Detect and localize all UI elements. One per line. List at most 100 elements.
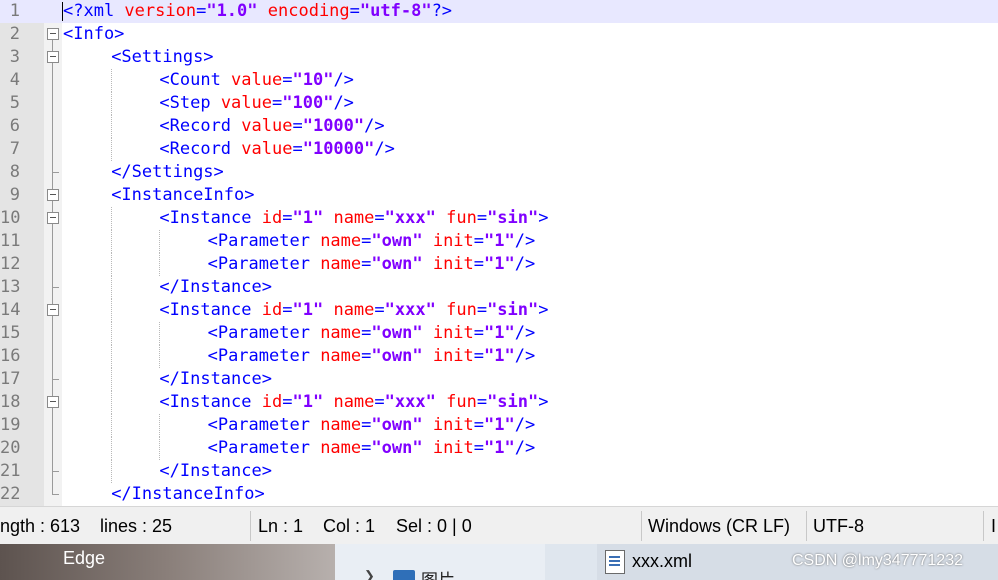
token-attr: name — [333, 392, 375, 412]
token-attr: init — [432, 415, 474, 435]
indent-guide — [111, 322, 113, 345]
fold-toggle-icon[interactable] — [47, 212, 59, 224]
token-attr: fun — [446, 392, 477, 412]
token-tag: <Info> — [63, 24, 125, 44]
token-val: "sin" — [487, 392, 539, 412]
fold-toggle-icon[interactable] — [47, 28, 59, 40]
token-attr: name — [320, 323, 362, 343]
code-line[interactable]: 19 <Parameter name="own" init="1"/> — [0, 414, 998, 437]
token-attr: init — [432, 231, 474, 251]
token-tag: = — [196, 1, 207, 21]
code-line[interactable]: 6 <Record value="1000"/> — [0, 115, 998, 138]
code-line[interactable]: 10 <Instance id="1" name="xxx" fun="sin"> — [0, 207, 998, 230]
code-line[interactable]: 20 <Parameter name="own" init="1"/> — [0, 437, 998, 460]
token-val: "sin" — [487, 300, 539, 320]
token-tag: /> — [514, 323, 536, 343]
code-text: <Record value="10000"/> — [159, 139, 394, 160]
token-tag — [423, 438, 433, 458]
token-tag: = — [282, 70, 293, 90]
fold-toggle-icon[interactable] — [47, 51, 59, 63]
code-line[interactable]: 11 <Parameter name="own" init="1"/> — [0, 230, 998, 253]
code-line[interactable]: 16 <Parameter name="own" init="1"/> — [0, 345, 998, 368]
taskbar-edge-item[interactable]: Edge — [0, 544, 335, 580]
taskbar-file-label[interactable]: xxx.xml — [632, 551, 692, 572]
token-attr: id — [261, 392, 283, 412]
token-tag: = — [473, 415, 485, 435]
status-divider — [983, 511, 984, 541]
code-line[interactable]: 22 </InstanceInfo> — [0, 483, 998, 506]
fold-toggle-icon[interactable] — [47, 304, 59, 316]
code-line[interactable]: 4 <Count value="10"/> — [0, 69, 998, 92]
token-tag: <Instance — [159, 208, 262, 228]
code-text: </Settings> — [111, 162, 224, 183]
fold-toggle-icon[interactable] — [47, 396, 59, 408]
token-attr: value — [241, 116, 293, 136]
code-line[interactable]: 2 <Info> — [0, 23, 998, 46]
folder-icon[interactable] — [393, 570, 415, 580]
token-tag: = — [476, 208, 488, 228]
code-line[interactable]: 8 </Settings> — [0, 161, 998, 184]
token-tag — [423, 323, 433, 343]
token-tag: <Count — [159, 70, 232, 90]
token-tag: <Step — [159, 93, 221, 113]
token-attr: name — [320, 438, 362, 458]
taskbar-folder-label[interactable]: 图片 — [421, 566, 455, 580]
token-tag: = — [282, 208, 293, 228]
fold-toggle-icon[interactable] — [47, 189, 59, 201]
token-tag: </InstanceInfo> — [111, 484, 265, 504]
status-divider — [806, 511, 807, 541]
token-val: "own" — [371, 346, 423, 366]
indent-guide — [159, 253, 161, 276]
token-attr: value — [220, 93, 272, 113]
token-tag: /> — [514, 231, 536, 251]
token-tag: <Settings> — [111, 47, 214, 67]
token-tag: = — [476, 300, 488, 320]
token-tag: <Parameter — [207, 415, 321, 435]
code-line[interactable]: 3 <Settings> — [0, 46, 998, 69]
indent-guide — [111, 207, 113, 230]
token-tag: /> — [514, 346, 536, 366]
token-val: "xxx" — [384, 392, 436, 412]
status-eol-format[interactable]: Windows (CR LF) — [648, 516, 790, 537]
token-attr: name — [320, 254, 362, 274]
code-line[interactable]: 17 </Instance> — [0, 368, 998, 391]
token-tag: /> — [333, 70, 354, 90]
code-line[interactable]: 18 <Instance id="1" name="xxx" fun="sin"> — [0, 391, 998, 414]
code-line[interactable]: 1 <?xml version="1.0" encoding="utf-8"?> — [0, 0, 998, 23]
code-text: </Instance> — [159, 461, 272, 482]
taskbar: Edge ❯ 图片 xxx.xml CSDN @lmy347771232 — [0, 544, 998, 580]
code-line[interactable]: 13 </Instance> — [0, 276, 998, 299]
token-attr: name — [320, 415, 362, 435]
token-val: "1" — [484, 346, 515, 366]
token-tag: = — [349, 1, 360, 21]
status-insert-mode: I — [991, 516, 997, 536]
code-line[interactable]: 5 <Step value="100"/> — [0, 92, 998, 115]
line-number: 21 — [0, 461, 20, 481]
indent-guide — [111, 414, 113, 437]
indent-guide — [111, 345, 113, 368]
code-line[interactable]: 14 <Instance id="1" name="xxx" fun="sin"> — [0, 299, 998, 322]
code-text: <Parameter name="own" init="1"/> — [208, 231, 536, 252]
token-val: "1000" — [302, 116, 365, 136]
code-line[interactable]: 21 </Instance> — [0, 460, 998, 483]
status-bar: ngth : 613 lines : 25 Ln : 1 Col : 1 Sel… — [0, 506, 998, 545]
status-encoding[interactable]: UTF-8 — [813, 516, 864, 537]
line-number: 14 — [0, 300, 20, 320]
code-text: </Instance> — [159, 369, 272, 390]
token-attr: name — [333, 300, 375, 320]
token-tag — [423, 415, 433, 435]
code-text: <Settings> — [111, 47, 213, 68]
code-line[interactable]: 15 <Parameter name="own" init="1"/> — [0, 322, 998, 345]
editor-pane[interactable]: 1 <?xml version="1.0" encoding="utf-8"?> 2… — [0, 0, 998, 506]
token-tag: = — [476, 392, 488, 412]
code-line[interactable]: 7 <Record value="10000"/> — [0, 138, 998, 161]
code-text: <Instance id="1" name="xxx" fun="sin"> — [159, 392, 548, 413]
token-val: "1" — [292, 208, 324, 228]
code-line[interactable]: 12 <Parameter name="own" init="1"/> — [0, 253, 998, 276]
line-number: 4 — [9, 70, 20, 90]
indent-guide — [111, 138, 113, 161]
token-val: "10000" — [302, 139, 375, 159]
code-line[interactable]: 9 <InstanceInfo> — [0, 184, 998, 207]
token-tag: = — [361, 254, 372, 274]
token-tag: <InstanceInfo> — [111, 185, 255, 205]
